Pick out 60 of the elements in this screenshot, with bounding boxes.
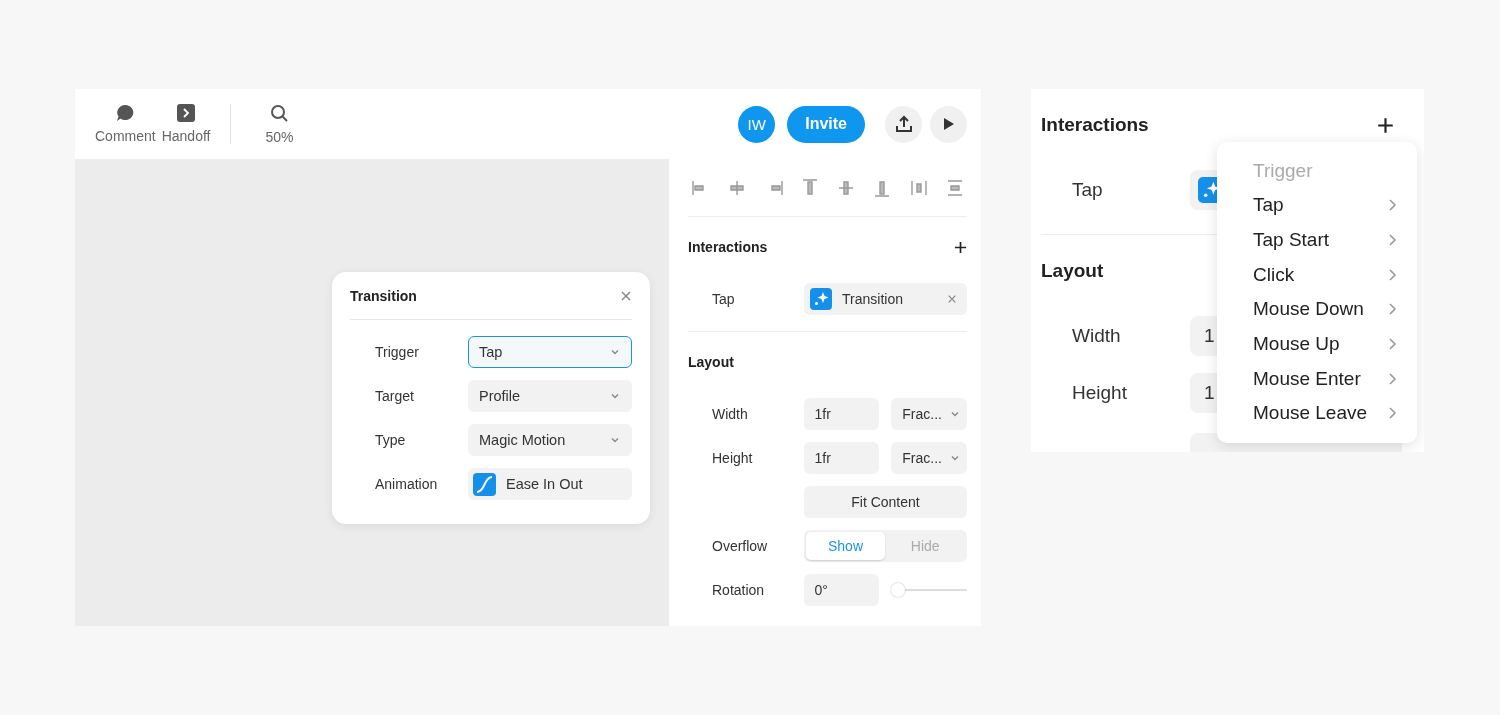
speech-bubble-icon: [115, 104, 135, 122]
trigger-label: Tap: [712, 291, 736, 307]
field-label: Height: [1072, 381, 1128, 404]
chevron-icon: [1387, 198, 1397, 213]
animation-select[interactable]: Ease In Out: [468, 468, 632, 500]
field-label: Animation: [375, 476, 439, 492]
menu-item[interactable]: Tap: [1253, 188, 1397, 223]
code-square-icon: [177, 104, 196, 122]
easing-curve-icon: [473, 472, 496, 496]
rotation-input[interactable]: 0°: [803, 574, 880, 606]
section-title: Layout: [1041, 260, 1104, 282]
sparkle-icon: [810, 288, 832, 310]
menu-item[interactable]: Mouse Up: [1253, 326, 1397, 362]
popover-title: Transition: [350, 287, 417, 304]
field-label: Width: [712, 406, 749, 422]
field-label: Height: [712, 450, 754, 466]
play-icon: [942, 117, 955, 131]
chevron-icon: [1387, 337, 1397, 352]
menu-item[interactable]: Tap Start: [1253, 222, 1397, 258]
dropdown-select[interactable]: Magic Motion: [468, 424, 632, 456]
play-button[interactable]: [930, 105, 967, 143]
menu-item[interactable]: Mouse Enter: [1253, 361, 1397, 397]
field-label: Width: [1072, 324, 1122, 347]
unit-select[interactable]: Frac...: [891, 442, 967, 474]
share-button[interactable]: [885, 105, 922, 143]
section-title: Interactions: [1041, 114, 1149, 136]
menu-item[interactable]: Mouse Down: [1253, 292, 1397, 327]
search-icon: [270, 103, 289, 123]
size-input[interactable]: 1fr: [803, 398, 880, 430]
field-label: Target: [375, 388, 415, 404]
menu-item[interactable]: Mouse Leave: [1253, 396, 1397, 431]
chevron-icon: [1387, 233, 1397, 248]
slider-thumb[interactable]: [891, 583, 906, 597]
section-title: Layout: [688, 354, 734, 370]
size-input[interactable]: 1fr: [803, 442, 880, 474]
field-label: Type: [375, 432, 407, 448]
field-label: Trigger: [375, 344, 420, 360]
close-icon[interactable]: [947, 294, 957, 304]
menu-item[interactable]: Click: [1253, 257, 1397, 293]
chevron-icon: [1387, 267, 1397, 282]
close-icon[interactable]: [620, 289, 632, 302]
unit-select[interactable]: Frac...: [891, 398, 967, 430]
dropdown-select[interactable]: Tap: [468, 336, 632, 368]
toolbar-tool[interactable]: Comment: [95, 104, 156, 144]
upload-icon: [894, 115, 913, 133]
menu-title: Trigger: [1253, 159, 1314, 183]
plus-icon[interactable]: [1377, 116, 1394, 134]
toolbar-tool[interactable]: Handoff: [161, 104, 211, 144]
field-label: Overflow: [712, 538, 769, 554]
section-title: Interactions: [688, 239, 768, 255]
fit-content-button[interactable]: Fit Content: [804, 486, 967, 518]
zoom-control[interactable]: 50%: [265, 103, 294, 145]
chevron-icon: [1387, 302, 1397, 317]
field-label: Rotation: [712, 582, 766, 598]
dropdown-select[interactable]: Profile: [468, 380, 632, 412]
trigger-label: Tap: [1072, 178, 1104, 201]
chevron-icon: [1387, 406, 1397, 421]
plus-icon[interactable]: [954, 240, 967, 254]
interaction-chip[interactable]: Transition: [804, 283, 967, 315]
chevron-icon: [1387, 371, 1397, 386]
